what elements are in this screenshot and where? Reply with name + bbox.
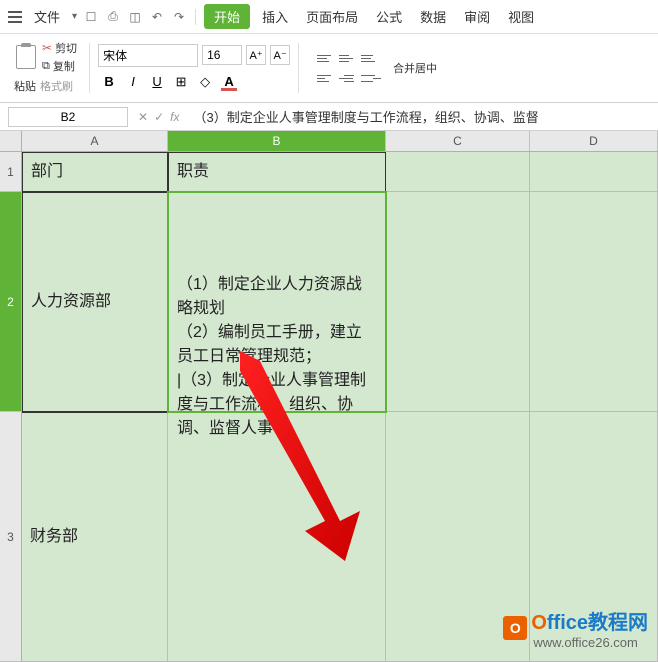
copy-icon: ⧉ <box>42 60 50 73</box>
cancel-icon[interactable]: ✕ <box>138 110 148 124</box>
ribbon-separator <box>89 43 90 93</box>
paste-button[interactable] <box>12 43 40 71</box>
watermark-icon: O <box>503 616 527 640</box>
align-left-button[interactable] <box>317 70 337 86</box>
watermark: O Office教程网 www.office26.com <box>503 606 648 650</box>
qat-separator <box>195 9 196 25</box>
cell-b1-text: 职责 <box>177 160 209 184</box>
paste-label: 粘贴 <box>14 78 36 94</box>
fill-color-button[interactable]: ◇ <box>194 71 216 93</box>
tab-start[interactable]: 开始 <box>204 4 250 29</box>
cell-a3[interactable]: 财务部 <box>22 412 168 662</box>
file-dropdown-icon[interactable]: ▾ <box>72 11 77 22</box>
cell-a1-text: 部门 <box>31 160 63 184</box>
font-size-select[interactable]: 16 <box>202 45 242 65</box>
confirm-icon[interactable]: ✓ <box>154 110 164 124</box>
align-middle-button[interactable] <box>339 50 359 66</box>
cell-a1[interactable]: 部门 <box>22 152 168 192</box>
format-painter-button[interactable]: 格式刷 <box>38 76 75 96</box>
bold-button[interactable]: B <box>98 71 120 93</box>
copy-label: 复制 <box>53 58 75 74</box>
copy-button[interactable]: ⧉复制 <box>42 58 77 74</box>
column-headers: A B C D <box>0 131 658 152</box>
font-group: 宋体 16 A⁺ A⁻ B I U ⊞ ◇ A <box>98 44 290 93</box>
row-header-2[interactable]: 2 <box>0 192 22 412</box>
cell-d2[interactable] <box>530 192 658 412</box>
cell-c2[interactable] <box>386 192 530 412</box>
row-headers: 1 2 3 <box>0 152 22 662</box>
formula-bar-row: B2 ✕ ✓ fx （3）制定企业人事管理制度与工作流程，组织、协调、监督 <box>0 103 658 131</box>
column-header-c[interactable]: C <box>386 131 530 151</box>
ribbon-separator-2 <box>298 43 299 93</box>
clipboard-icon <box>16 45 36 69</box>
menu-file[interactable]: 文件 <box>28 5 66 28</box>
increase-font-button[interactable]: A⁺ <box>246 45 266 65</box>
tab-pagelayout[interactable]: 页面布局 <box>300 5 364 28</box>
cut-button[interactable]: ✂剪切 <box>42 40 77 56</box>
tab-view[interactable]: 视图 <box>502 5 540 28</box>
preview-icon[interactable]: ◫ <box>127 9 143 25</box>
font-color-button[interactable]: A <box>218 71 240 93</box>
menubar: 文件 ▾ ☐ ⎙ ◫ ↶ ↷ 开始 插入 页面布局 公式 数据 审阅 视图 <box>0 0 658 34</box>
row-header-1[interactable]: 1 <box>0 152 22 192</box>
hamburger-icon[interactable] <box>8 11 22 23</box>
tab-formula[interactable]: 公式 <box>370 5 408 28</box>
watermark-url: www.office26.com <box>533 635 648 650</box>
undo-icon[interactable]: ↶ <box>149 9 165 25</box>
scissors-icon: ✂ <box>42 41 52 55</box>
cells-grid: 部门 职责 人力资源部 （1）制定企业人力资源战略规划 （2）编制员工手册，建立… <box>22 152 658 662</box>
column-header-a[interactable]: A <box>22 131 168 151</box>
align-right-button[interactable] <box>361 70 381 86</box>
align-bottom-button[interactable] <box>361 50 381 66</box>
underline-button[interactable]: U <box>146 71 168 93</box>
cut-label: 剪切 <box>55 40 77 56</box>
redo-icon[interactable]: ↷ <box>171 9 187 25</box>
select-all-corner[interactable] <box>0 131 22 151</box>
cell-a2[interactable]: 人力资源部 <box>22 192 168 412</box>
ribbon: ✂剪切 ⧉复制 粘贴 格式刷 宋体 16 A⁺ A⁻ B I U ⊞ ◇ A <box>0 34 658 103</box>
print-icon[interactable]: ⎙ <box>105 9 121 25</box>
tab-insert[interactable]: 插入 <box>256 5 294 28</box>
formula-bar[interactable]: （3）制定企业人事管理制度与工作流程，组织、协调、监督 <box>189 105 650 128</box>
alignment-group <box>317 50 381 86</box>
decrease-font-button[interactable]: A⁻ <box>270 45 290 65</box>
clipboard-group: ✂剪切 ⧉复制 粘贴 格式刷 <box>8 40 81 96</box>
name-box[interactable]: B2 <box>8 107 128 127</box>
align-center-button[interactable] <box>339 70 359 86</box>
fx-icon[interactable]: fx <box>170 110 179 124</box>
cell-b1[interactable]: 职责 <box>168 152 386 192</box>
border-button[interactable]: ⊞ <box>170 71 192 93</box>
tab-review[interactable]: 审阅 <box>458 5 496 28</box>
column-header-b[interactable]: B <box>168 131 386 151</box>
merge-button[interactable]: 合并居中 <box>393 60 437 76</box>
row-header-3[interactable]: 3 <box>0 412 22 662</box>
save-icon[interactable]: ☐ <box>83 9 99 25</box>
cell-a2-text: 人力资源部 <box>31 290 111 314</box>
spreadsheet-area: A B C D 1 2 3 部门 职责 人力资源部 （1）制定企业人力资源战略规… <box>0 131 658 662</box>
cell-b2-text: （1）制定企业人力资源战略规划 （2）编制员工手册，建立员工日常管理规范； |（… <box>177 273 377 441</box>
align-top-button[interactable] <box>317 50 337 66</box>
column-header-d[interactable]: D <box>530 131 658 151</box>
cell-b2[interactable]: （1）制定企业人力资源战略规划 （2）编制员工手册，建立员工日常管理规范； |（… <box>168 192 386 412</box>
cell-c1[interactable] <box>386 152 530 192</box>
italic-button[interactable]: I <box>122 71 144 93</box>
watermark-brand: Office教程网 <box>531 606 648 635</box>
cell-d1[interactable] <box>530 152 658 192</box>
font-name-select[interactable]: 宋体 <box>98 44 198 67</box>
cell-a3-text: 财务部 <box>30 525 78 549</box>
tab-data[interactable]: 数据 <box>414 5 452 28</box>
cell-b3[interactable] <box>168 412 386 662</box>
